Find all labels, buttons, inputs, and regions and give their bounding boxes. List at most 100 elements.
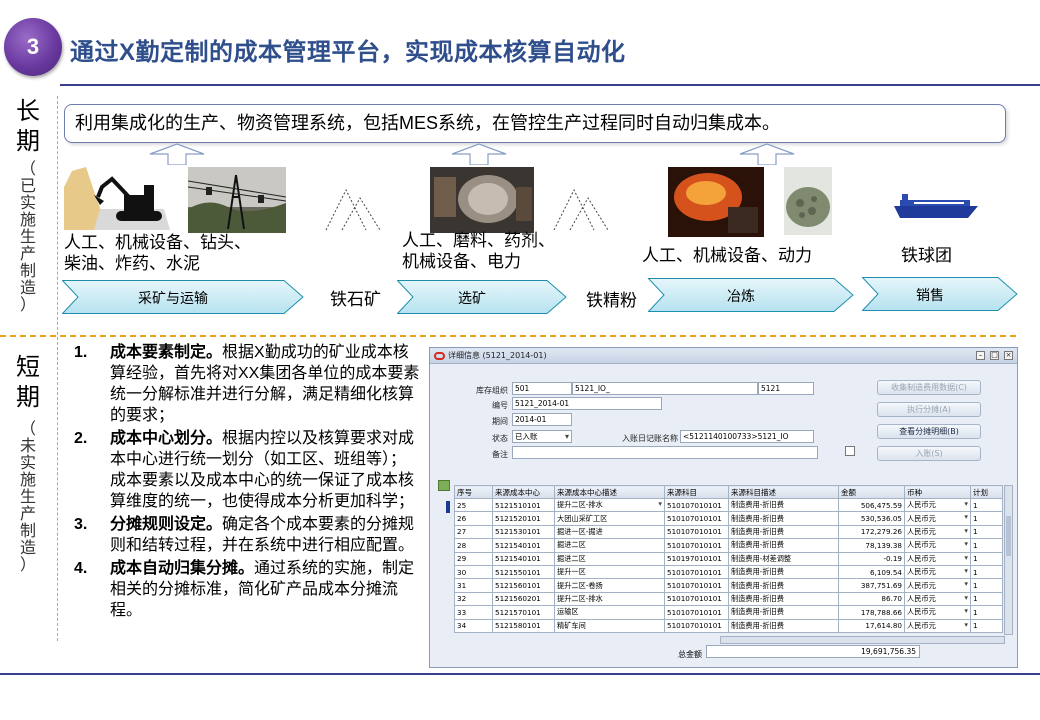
cell-amount[interactable]: 178,788.66 [838, 605, 905, 620]
cell-currency[interactable]: 人民币元 [904, 497, 971, 513]
minimize-icon[interactable]: – [976, 351, 985, 360]
cell-account-desc[interactable]: 制造费用-折旧费 [728, 564, 839, 580]
code-field[interactable]: 5121_2014-01 [512, 397, 662, 410]
cell-plan[interactable]: 1 [970, 591, 1003, 607]
table-row[interactable]: 255121510101提升二区-排水510107010101制造费用-折旧费5… [454, 497, 1003, 513]
cell-cost-center-desc[interactable]: 运输区 [554, 605, 665, 620]
note-field[interactable] [512, 446, 818, 459]
cell-account[interactable]: 510107010101 [664, 538, 729, 553]
run-allocation-button[interactable]: 执行分摊(A) [877, 402, 981, 417]
cell-currency[interactable]: 人民币元 [904, 538, 971, 553]
cell-account[interactable]: 510107010101 [664, 605, 729, 620]
org-ext-field[interactable]: 5121 [758, 382, 814, 395]
cell-cost-center-desc[interactable]: 掘进二区 [554, 538, 665, 553]
cell-cost-center[interactable]: 5121560201 [492, 591, 555, 607]
cell-amount[interactable]: 17,614.80 [838, 618, 905, 633]
maximize-icon[interactable]: □ [990, 351, 999, 360]
cell-account-desc[interactable]: 制造费用-折旧费 [728, 618, 839, 633]
cell-plan[interactable]: 1 [970, 618, 1003, 633]
cell-currency[interactable]: 人民币元 [904, 605, 971, 620]
cell-cost-center[interactable]: 5121530101 [492, 524, 555, 540]
collect-overhead-button[interactable]: 收集制造费用数据(C) [877, 380, 981, 395]
cell-amount[interactable]: 387,751.69 [838, 578, 905, 593]
cell-seq[interactable]: 27 [454, 524, 493, 540]
cell-cost-center[interactable]: 5121580101 [492, 618, 555, 633]
cell-account[interactable]: 510107010101 [664, 564, 729, 580]
cell-account-desc[interactable]: 制造费用-折旧费 [728, 591, 839, 607]
table-row[interactable]: 31 5121560101 提升二区-卷扬 510107010101 制造费用-折旧费 3… [454, 578, 1003, 593]
cell-plan[interactable]: 1 [970, 578, 1003, 593]
col-header-plan[interactable]: 计划 [970, 485, 1003, 499]
cell-seq[interactable]: 34 [454, 618, 493, 633]
table-row[interactable]: 29 5121540101 掘进二区 510197010101 制造费用-材差调整 -0.… [454, 551, 1003, 566]
cell-currency[interactable]: 人民币元 [904, 551, 971, 566]
cell-cost-center[interactable]: 5121510101 [492, 497, 555, 513]
cell-account-desc[interactable]: 制造费用-材差调整 [728, 551, 839, 566]
cell-cost-center[interactable]: 5121540101 [492, 551, 555, 566]
cell-currency[interactable]: 人民币元 [904, 511, 971, 526]
grid-folder-icon[interactable] [438, 480, 450, 491]
cell-plan[interactable]: 1 [970, 551, 1003, 566]
cell-seq[interactable]: 30 [454, 564, 493, 580]
entry-checkbox[interactable] [843, 446, 855, 456]
cell-account[interactable]: 510107010101 [664, 497, 729, 513]
cell-amount[interactable]: 506,475.59 [838, 497, 905, 513]
cell-seq[interactable]: 26 [454, 511, 493, 526]
status-select[interactable]: 已入账 [512, 430, 572, 443]
close-icon[interactable]: × [1004, 351, 1013, 360]
cell-account[interactable]: 510107010101 [664, 578, 729, 593]
col-header-cost-center[interactable]: 来源成本中心 [492, 485, 555, 499]
post-entry-button[interactable]: 入账(S) [877, 446, 981, 461]
cell-account[interactable]: 510107010101 [664, 618, 729, 633]
cell-account-desc[interactable]: 制造费用-折旧费 [728, 497, 839, 513]
period-field[interactable]: 2014-01 [512, 413, 572, 426]
cell-cost-center[interactable]: 5121570101 [492, 605, 555, 620]
org-code-field[interactable]: 501 [512, 382, 572, 395]
table-row[interactable]: 27 5121530101 掘进一区-掘进 510107010101 制造费用-折旧费 1… [454, 524, 1003, 540]
cell-cost-center-desc[interactable]: 掘进一区-掘进 [554, 524, 665, 540]
cell-account-desc[interactable]: 制造费用-折旧费 [728, 524, 839, 540]
cell-amount[interactable]: 86.70 [838, 591, 905, 607]
col-header-seq[interactable]: 序号 [454, 485, 493, 499]
cell-cost-center-desc[interactable]: 提升二区-卷扬 [554, 578, 665, 593]
cell-account[interactable]: 510107010101 [664, 511, 729, 526]
cell-plan[interactable]: 1 [970, 524, 1003, 540]
col-header-account[interactable]: 来源科目 [664, 485, 729, 499]
cell-plan[interactable]: 1 [970, 511, 1003, 526]
cell-cost-center-desc[interactable]: 提升二区-排水 [554, 497, 665, 513]
col-header-amount[interactable]: 金额 [838, 485, 905, 499]
table-row[interactable]: 28 5121540101 掘进二区 510107010101 制造费用-折旧费 78,1… [454, 538, 1003, 553]
cell-account[interactable]: 510107010101 [664, 524, 729, 540]
cell-cost-center-desc[interactable]: 提升二区-排水 [554, 591, 665, 607]
col-header-currency[interactable]: 币种 [904, 485, 971, 499]
cell-currency[interactable]: 人民币元 [904, 618, 971, 633]
grid-vertical-scrollbar[interactable] [1004, 485, 1013, 635]
table-row[interactable]: 34 5121580101 精矿车间 510107010101 制造费用-折旧费 17,6… [454, 618, 1003, 633]
cell-cost-center-desc[interactable]: 提升一区 [554, 564, 665, 580]
view-allocation-detail-button[interactable]: 查看分摊明细(B) [877, 424, 981, 439]
cell-seq[interactable]: 33 [454, 605, 493, 620]
cell-plan[interactable]: 1 [970, 564, 1003, 580]
cell-account-desc[interactable]: 制造费用-折旧费 [728, 511, 839, 526]
cell-plan[interactable]: 1 [970, 538, 1003, 553]
cell-currency[interactable]: 人民币元 [904, 591, 971, 607]
org-name-field[interactable]: 5121_IO_ [572, 382, 758, 395]
table-row[interactable]: 33 5121570101 运输区 510107010101 制造费用-折旧费 178,7… [454, 605, 1003, 620]
cell-account-desc[interactable]: 制造费用-折旧费 [728, 578, 839, 593]
cell-account-desc[interactable]: 制造费用-折旧费 [728, 605, 839, 620]
cell-account[interactable]: 510197010101 [664, 551, 729, 566]
cell-currency[interactable]: 人民币元 [904, 524, 971, 540]
cell-account-desc[interactable]: 制造费用-折旧费 [728, 538, 839, 553]
cell-currency[interactable]: 人民币元 [904, 578, 971, 593]
cell-amount[interactable]: 530,536.05 [838, 511, 905, 526]
cell-plan[interactable]: 1 [970, 497, 1003, 513]
table-row[interactable]: 32 5121560201 提升二区-排水 510107010101 制造费用-折旧费 8… [454, 591, 1003, 607]
cell-cost-center-desc[interactable]: 精矿车间 [554, 618, 665, 633]
journal-field[interactable]: <5121140100733>5121_IO [680, 430, 814, 443]
cell-currency[interactable]: 人民币元 [904, 564, 971, 580]
grid-horizontal-scrollbar[interactable] [720, 636, 1005, 644]
cell-cost-center[interactable]: 5121550101 [492, 564, 555, 580]
cell-seq[interactable]: 29 [454, 551, 493, 566]
cell-plan[interactable]: 1 [970, 605, 1003, 620]
cell-account[interactable]: 510107010101 [664, 591, 729, 607]
